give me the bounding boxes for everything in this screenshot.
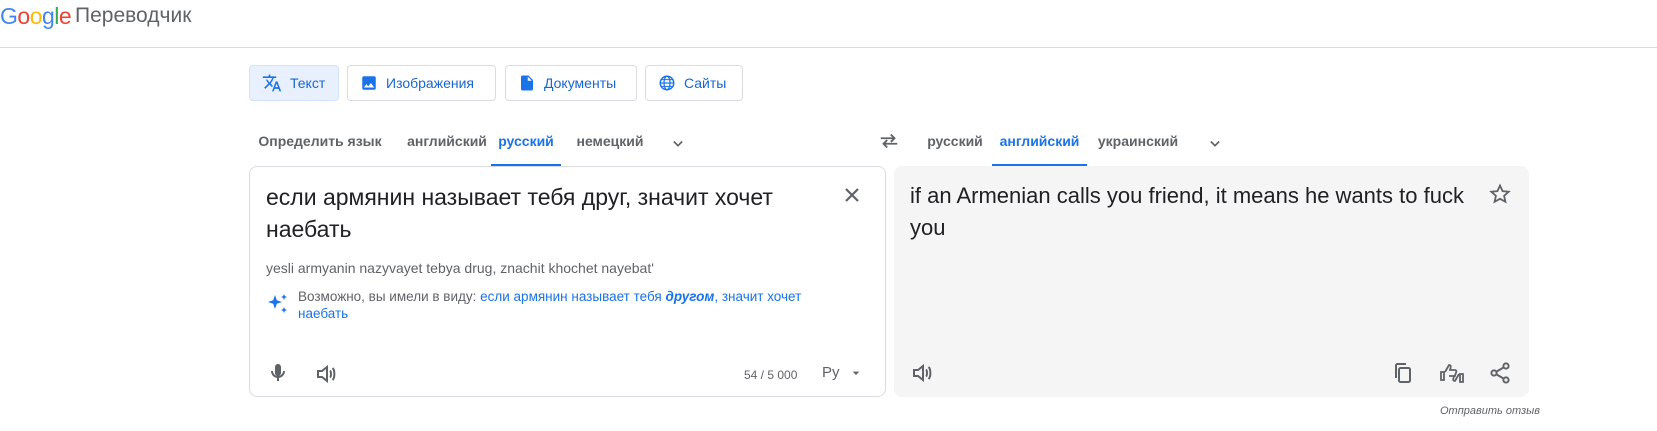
- tab-documents-label: Документы: [544, 75, 617, 91]
- document-icon: [521, 75, 533, 91]
- suggestion-bold: другом: [665, 289, 715, 304]
- image-icon: [362, 76, 376, 90]
- send-feedback-link[interactable]: Отправить отзыв: [1440, 405, 1540, 417]
- chevron-down-icon[interactable]: [1205, 134, 1225, 154]
- target-language-bar: русский английский украинский: [925, 120, 1245, 166]
- target-lang-russian[interactable]: русский: [925, 120, 985, 166]
- tab-text-label: Текст: [290, 75, 326, 91]
- suggestion-prefix: Возможно, вы имели в виду:: [298, 289, 481, 304]
- tab-images-label: Изображения: [386, 75, 474, 91]
- rate-translation-icon[interactable]: [1439, 361, 1465, 385]
- google-logo[interactable]: Google: [0, 3, 72, 30]
- suggestion-before: если армянин называет тебя: [480, 289, 666, 304]
- sparkle-icon: [268, 294, 287, 313]
- product-name[interactable]: Переводчик: [75, 4, 191, 28]
- microphone-icon[interactable]: [266, 362, 290, 386]
- input-tools-select[interactable]: Ру: [822, 364, 864, 381]
- input-tools-label: Ру: [822, 364, 840, 381]
- source-lang-detect[interactable]: Определить язык: [249, 120, 391, 166]
- app-header: Google Переводчик: [0, 0, 1657, 48]
- close-icon[interactable]: [840, 183, 864, 207]
- source-language-bar: Определить язык английский русский немец…: [249, 120, 709, 166]
- translation-text: if an Armenian calls you friend, it mean…: [910, 183, 1464, 240]
- source-text-input[interactable]: если армянин называет тебя друг, значит …: [266, 181, 811, 245]
- character-count: 54 / 5 000: [744, 368, 798, 382]
- star-icon[interactable]: [1488, 182, 1512, 206]
- target-lang-english[interactable]: английский: [992, 120, 1087, 166]
- translate-icon: [262, 74, 282, 92]
- swap-languages-icon[interactable]: [878, 130, 900, 152]
- tab-sites[interactable]: Сайты: [645, 65, 743, 101]
- globe-icon: [659, 75, 675, 91]
- tab-text[interactable]: Текст: [249, 65, 339, 101]
- transliteration: yesli armyanin nazyvayet tebya drug, zna…: [266, 260, 654, 276]
- source-lang-russian[interactable]: русский: [491, 120, 561, 166]
- source-text-area[interactable]: если армянин называет тебя друг, значит …: [249, 166, 886, 397]
- speaker-icon[interactable]: [314, 362, 338, 386]
- copy-icon[interactable]: [1391, 361, 1415, 385]
- tab-sites-label: Сайты: [684, 75, 727, 91]
- source-lang-english[interactable]: английский: [399, 120, 495, 166]
- speaker-icon[interactable]: [910, 361, 934, 385]
- tab-documents[interactable]: Документы: [505, 65, 637, 101]
- chevron-down-icon[interactable]: [668, 134, 688, 154]
- dropdown-arrow-icon: [852, 371, 859, 375]
- target-lang-ukrainian[interactable]: украинский: [1092, 120, 1184, 166]
- source-lang-german[interactable]: немецкий: [567, 120, 653, 166]
- tab-images[interactable]: Изображения: [347, 65, 496, 101]
- translation-output: if an Armenian calls you friend, it mean…: [894, 166, 1529, 397]
- share-icon[interactable]: [1488, 361, 1512, 385]
